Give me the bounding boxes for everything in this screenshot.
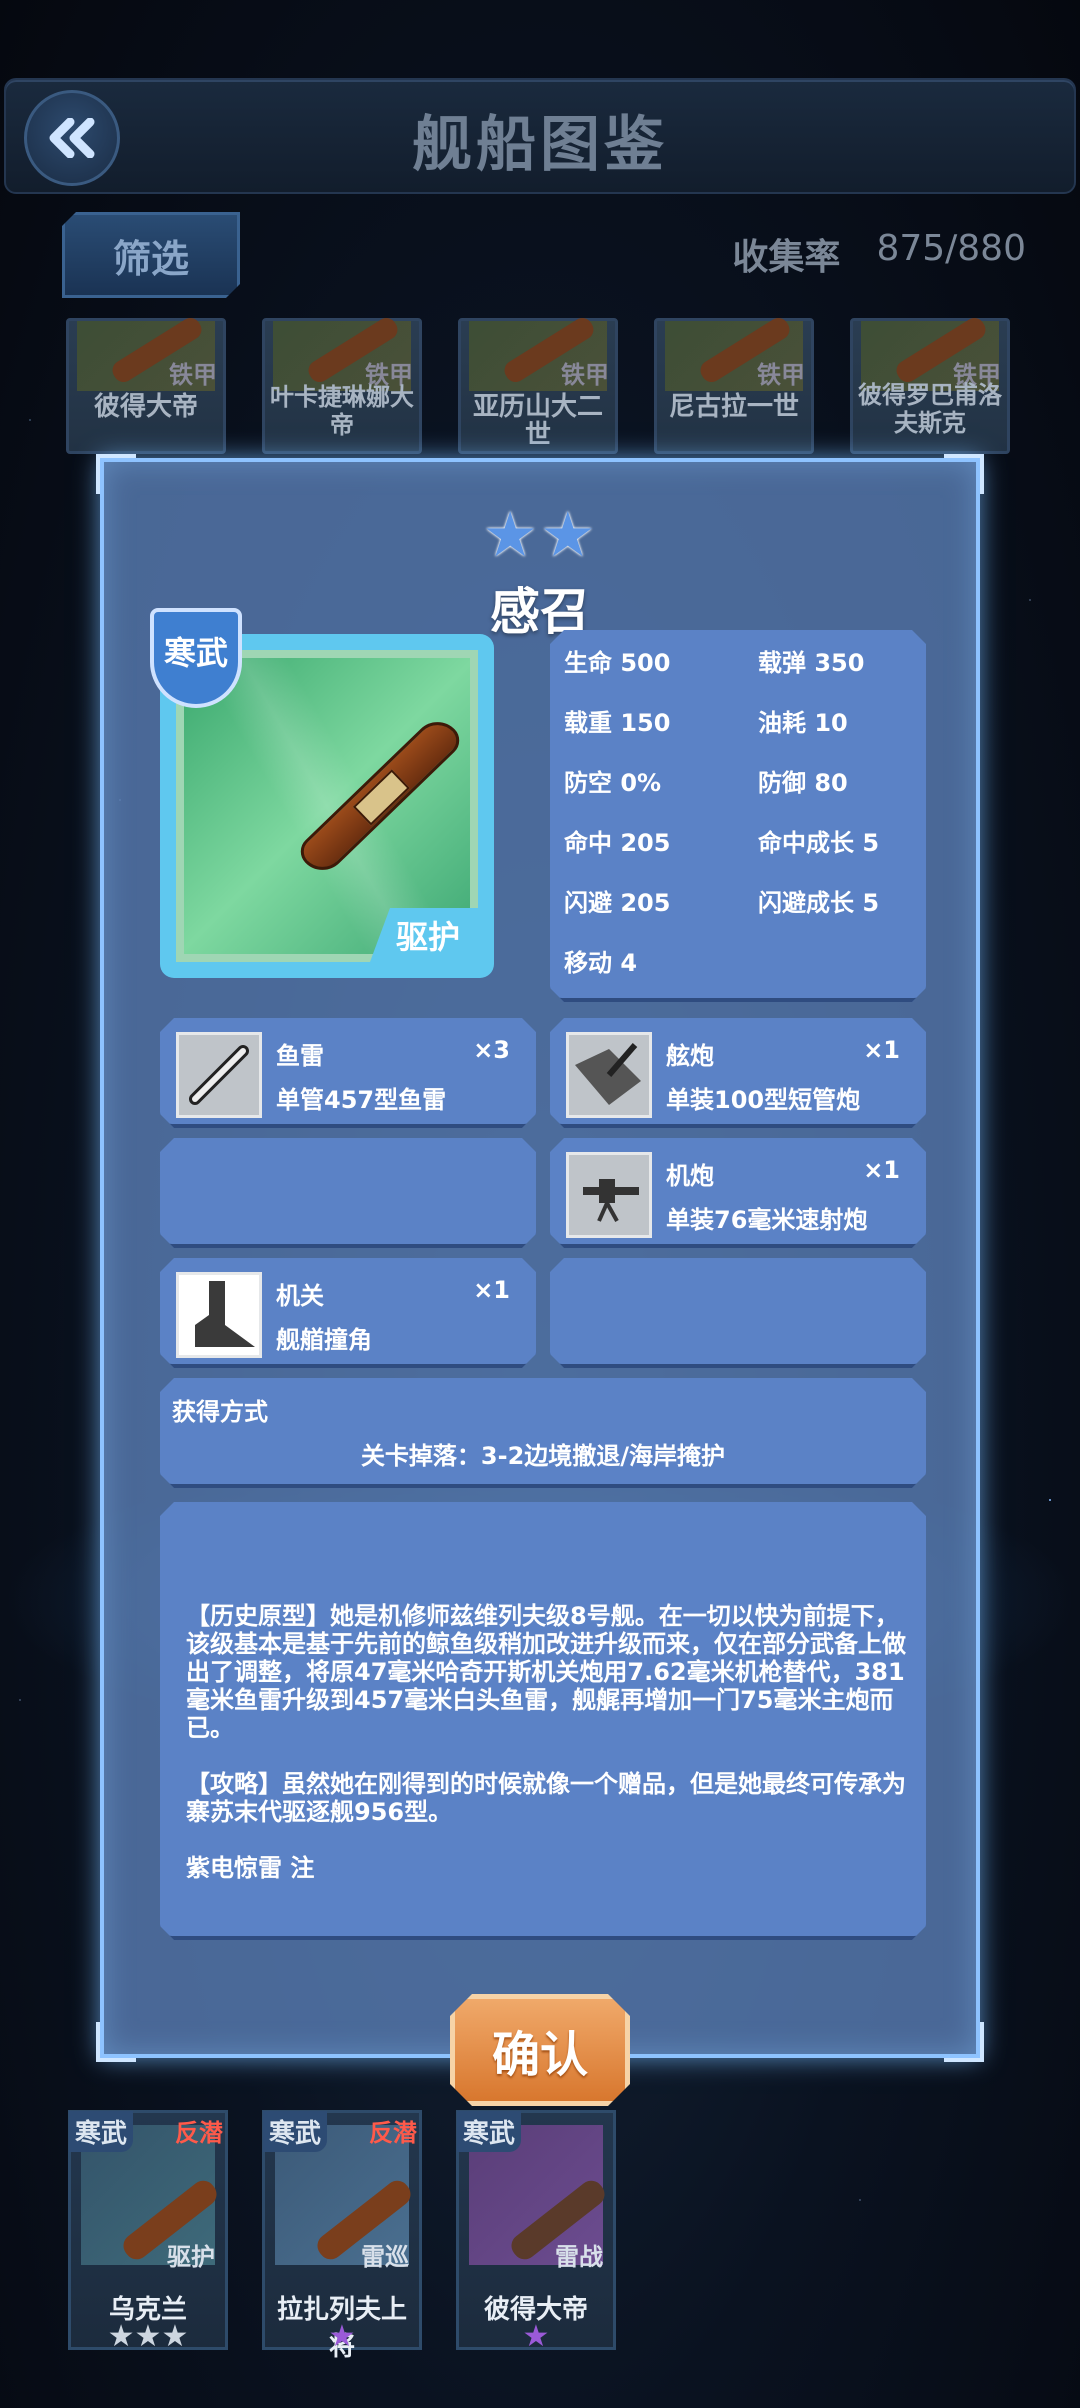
- ship-type-label: 驱护: [167, 2243, 215, 2271]
- equipment-name: 机关: [276, 1282, 324, 1310]
- ship-card[interactable]: 铁甲 彼得罗巴甫洛夫斯克: [850, 314, 1010, 454]
- ship-card[interactable]: 铁甲 亚历山大二世: [458, 314, 618, 454]
- ship-name: 彼得大帝: [93, 392, 198, 422]
- stat-ammo: 载弹 350: [758, 649, 865, 677]
- deck-gun-icon: [566, 1032, 652, 1118]
- stat-defense: 防御 80: [758, 769, 848, 797]
- history-text: 【历史原型】她是机修师兹维列夫级8号舰。在一切以快为前提下，该级基本是基于先前的…: [186, 1602, 906, 1742]
- faction-badge: 寒武: [263, 2111, 328, 2152]
- equipment-count: ×1: [863, 1036, 900, 1064]
- acquisition-source: 关卡掉落：3-2边境撤退/海岸掩护: [360, 1442, 726, 1470]
- stat-hp: 生命 500: [564, 649, 671, 677]
- ship-type-label: 铁甲: [757, 361, 805, 389]
- confirm-button[interactable]: 确认: [450, 1994, 630, 2106]
- ship-type-label: 铁甲: [561, 361, 609, 389]
- ram-bow-icon: [176, 1272, 262, 1358]
- ship-name: 亚历山大二世: [472, 392, 603, 450]
- ship-card[interactable]: 寒武 反潜 驱护 乌克兰 ★★★: [68, 2110, 228, 2354]
- frame-corner: [944, 454, 984, 494]
- equipment-name: 机炮: [666, 1162, 714, 1190]
- equipment-slot[interactable]: 舷炮 ×1 单装100型短管炮: [550, 1018, 926, 1128]
- collection-rate-label: 收集率: [732, 237, 841, 278]
- stat-accuracy-growth: 命中成长 5: [758, 829, 880, 857]
- stat-evasion-growth: 闪避成长 5: [758, 889, 880, 917]
- star-rating: ★★: [482, 498, 598, 571]
- ship-card[interactable]: 寒武 雷战 彼得大帝 ★: [456, 2110, 616, 2354]
- page-title: 舰船图鉴: [412, 110, 668, 180]
- equipment-desc: 单管457型鱼雷: [276, 1086, 447, 1114]
- acquisition-title: 获得方式: [172, 1398, 268, 1426]
- role-tag: 反潜: [369, 2119, 417, 2147]
- filter-button[interactable]: 筛选: [62, 212, 240, 298]
- stat-evasion: 闪避 205: [564, 889, 671, 917]
- autocannon-icon: [566, 1152, 652, 1238]
- equipment-slot[interactable]: 机炮 ×1 单装76毫米速射炮: [550, 1138, 926, 1248]
- author-note: 紫电惊雷 注: [186, 1854, 315, 1882]
- role-tag: 反潜: [175, 2119, 223, 2147]
- faction-badge: 寒武: [457, 2111, 522, 2152]
- stat-movement: 移动 4: [564, 949, 638, 977]
- equipment-desc: 单装100型短管炮: [666, 1086, 861, 1114]
- ship-type-label: 雷巡: [361, 2243, 409, 2271]
- faction-shield-badge: 寒武: [150, 608, 242, 708]
- ship-detail-dialog: ★★ 感召 寒武 驱护 生命 500 载弹 350 载重 150 油耗 10 防…: [96, 454, 984, 2062]
- frame-corner: [944, 2022, 984, 2062]
- equipment-slot[interactable]: 机关 ×1 舰艏撞角: [160, 1258, 536, 1368]
- equipment-name: 鱼雷: [276, 1042, 324, 1070]
- strategy-text: 【攻略】虽然她在刚得到的时候就像一个赠品，但是她最终可传承为寨苏末代驱逐舰956…: [186, 1770, 906, 1826]
- equipment-desc: 舰艏撞角: [276, 1326, 372, 1354]
- stat-load: 载重 150: [564, 709, 671, 737]
- equipment-slot-empty[interactable]: [550, 1258, 926, 1368]
- frame-corner: [96, 454, 136, 494]
- ship-name: 叶卡捷琳娜大帝: [270, 383, 414, 439]
- ship-card[interactable]: 铁甲 尼古拉一世: [654, 314, 814, 454]
- ship-card[interactable]: 铁甲 叶卡捷琳娜大帝: [262, 314, 422, 454]
- star-rating: ★: [522, 2319, 550, 2354]
- top-bar: 舰船图鉴: [4, 78, 1076, 194]
- stat-anti-air: 防空 0%: [564, 769, 662, 797]
- ship-name: 尼古拉一世: [668, 392, 799, 422]
- torpedo-icon: [176, 1032, 262, 1118]
- frame-corner: [96, 2022, 136, 2062]
- equipment-count: ×1: [863, 1156, 900, 1184]
- ship-name: 彼得罗巴甫洛夫斯克: [858, 381, 1002, 437]
- equipment-slot[interactable]: 鱼雷 ×3 单管457型鱼雷: [160, 1018, 536, 1128]
- ship-type-label: 铁甲: [169, 361, 217, 389]
- faction-badge: 寒武: [69, 2111, 134, 2152]
- stat-fuel: 油耗 10: [758, 709, 848, 737]
- star-rating: ★: [328, 2319, 356, 2354]
- equipment-desc: 单装76毫米速射炮: [666, 1206, 868, 1234]
- equipment-count: ×3: [473, 1036, 510, 1064]
- collection-rate-value: 875/880: [876, 228, 1026, 269]
- acquisition-panel: 获得方式 关卡掉落：3-2边境撤退/海岸掩护: [160, 1378, 926, 1488]
- ship-portrait-frame: 寒武 驱护: [150, 608, 494, 978]
- ship-card[interactable]: 铁甲 彼得大帝: [66, 314, 226, 454]
- equipment-slot-empty[interactable]: [160, 1138, 536, 1248]
- collection-rate: 收集率 875/880: [732, 228, 1026, 280]
- description-panel: 【历史原型】她是机修师兹维列夫级8号舰。在一切以快为前提下，该级基本是基于先前的…: [160, 1502, 926, 1940]
- equipment-name: 舷炮: [666, 1042, 714, 1070]
- ship-type-label: 雷战: [555, 2243, 603, 2271]
- star-rating: ★★★: [107, 2319, 189, 2354]
- ship-sprite: [294, 712, 466, 880]
- ship-card[interactable]: 寒武 反潜 雷巡 拉扎列夫上将 ★: [262, 2110, 422, 2362]
- stat-accuracy: 命中 205: [564, 829, 671, 857]
- stats-panel: 生命 500 载弹 350 载重 150 油耗 10 防空 0% 防御 80 命…: [550, 630, 926, 1002]
- equipment-count: ×1: [473, 1276, 510, 1304]
